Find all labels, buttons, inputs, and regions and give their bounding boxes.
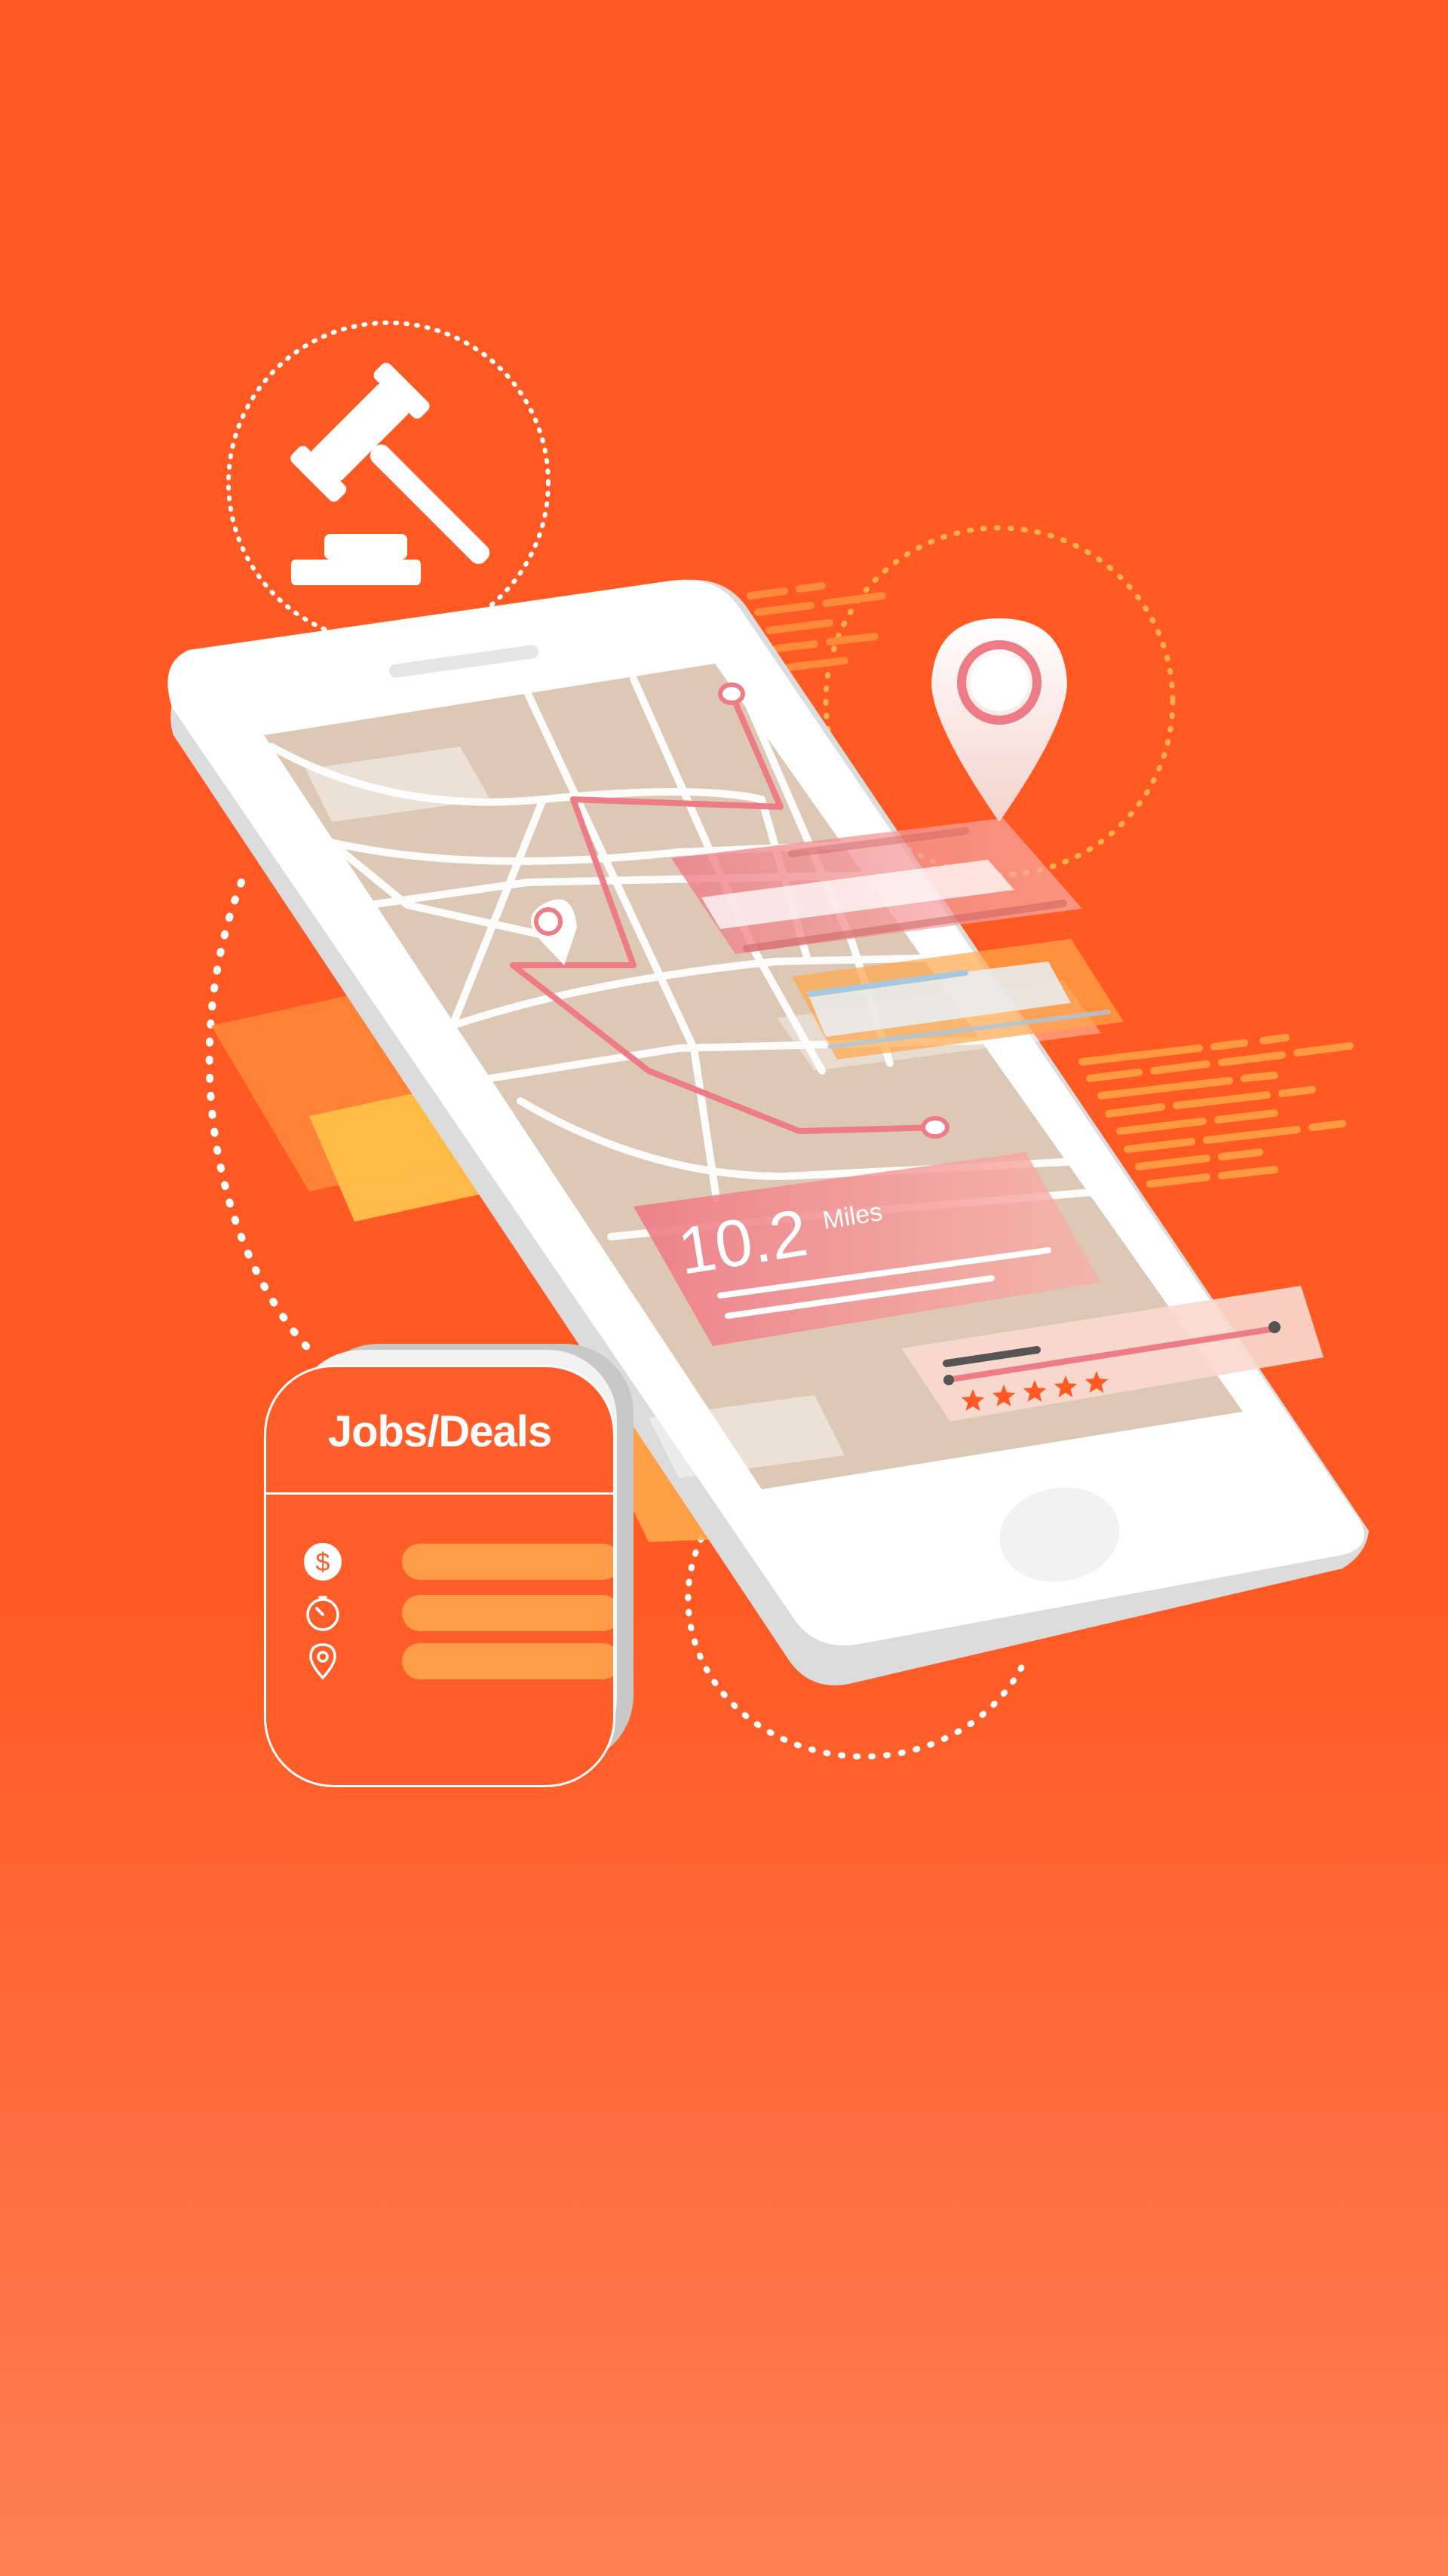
jobs-row-price[interactable]: $	[302, 1542, 613, 1581]
svg-text:$: $	[316, 1548, 330, 1577]
location-pin-icon	[931, 618, 1067, 822]
jobs-row-bar	[402, 1595, 613, 1631]
jobs-row-location[interactable]	[302, 1642, 613, 1681]
gavel-icon	[290, 363, 490, 585]
dollar-icon: $	[304, 1543, 342, 1581]
route-end-dot	[921, 1116, 949, 1139]
jobs-deals-card[interactable]: Jobs/Deals $	[264, 1365, 615, 1787]
decor-dashes-right	[1078, 1034, 1354, 1188]
jobs-card-divider	[266, 1492, 613, 1495]
route-start-dot	[718, 682, 745, 705]
timer-icon	[306, 1596, 339, 1631]
jobs-row-bar	[402, 1643, 613, 1679]
jobs-row-time[interactable]	[302, 1593, 613, 1633]
splash-screen: { "distance_card": { "value": "10.2", "u…	[0, 0, 1448, 2576]
jobs-row-bar	[402, 1544, 613, 1580]
location-pin-icon	[309, 1643, 336, 1680]
jobs-card-title: Jobs/Deals	[327, 1407, 552, 1456]
isometric-phone-illustration: 10.2 Miles	[167, 320, 1369, 1760]
